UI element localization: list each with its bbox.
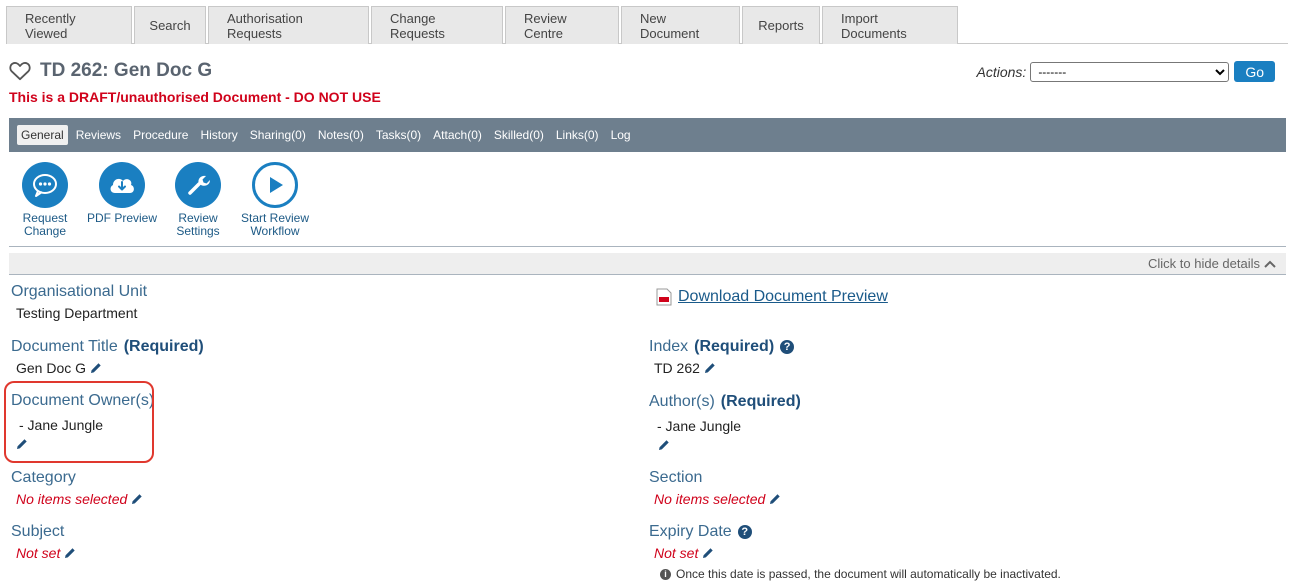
required-marker: (Required)	[694, 338, 775, 355]
subtab-tasks[interactable]: Tasks(0)	[372, 125, 425, 145]
pdf-preview-label: PDF Preview	[87, 211, 158, 225]
title-row: TD 262: Gen Doc G	[9, 60, 212, 82]
hide-details-toggle[interactable]: Click to hide details	[1148, 256, 1276, 271]
details-divider	[9, 246, 1286, 247]
play-icon	[252, 162, 298, 208]
subtab-history[interactable]: History	[196, 125, 241, 145]
chat-bubble-icon	[22, 162, 68, 208]
section-value: No items selected	[654, 491, 781, 507]
subtab-attach[interactable]: Attach(0)	[429, 125, 486, 145]
subject-value: Not set	[16, 545, 76, 561]
category-value: No items selected	[16, 491, 143, 507]
expiry-value: Not set	[654, 545, 714, 561]
help-icon[interactable]: ?	[737, 525, 752, 539]
tab-search[interactable]: Search	[134, 6, 206, 44]
pdf-preview-button[interactable]: PDF Preview	[87, 162, 157, 238]
subtab-sharing[interactable]: Sharing(0)	[246, 125, 310, 145]
expiry-note: i Once this date is passed, the document…	[660, 567, 1061, 581]
section-label: Section	[649, 469, 703, 486]
authors-value: - Jane Jungle	[657, 418, 742, 434]
highlight-annotation	[4, 381, 154, 463]
tab-authorisation-requests[interactable]: Authorisation Requests	[208, 6, 369, 44]
subtab-log[interactable]: Log	[607, 125, 635, 145]
actions-select[interactable]: -------	[1030, 61, 1230, 82]
document-subnav: General Reviews Procedure History Sharin…	[9, 118, 1286, 152]
review-settings-label: Review Settings	[176, 211, 220, 238]
request-change-button[interactable]: Request Change	[14, 162, 76, 238]
tab-change-requests[interactable]: Change Requests	[371, 6, 503, 44]
required-marker: (Required)	[123, 338, 204, 355]
pencil-icon[interactable]	[704, 362, 716, 374]
start-review-workflow-label: Start Review Workflow	[240, 211, 310, 238]
pencil-icon[interactable]	[131, 493, 143, 505]
pencil-icon[interactable]	[90, 362, 102, 374]
heart-icon[interactable]	[9, 61, 31, 81]
tab-new-document[interactable]: New Document	[621, 6, 740, 44]
index-label: Index (Required)?	[649, 338, 795, 356]
wrench-icon	[175, 162, 221, 208]
info-icon: i	[660, 568, 671, 580]
subtab-links[interactable]: Links(0)	[552, 125, 603, 145]
category-label: Category	[11, 469, 76, 486]
draft-warning: This is a DRAFT/unauthorised Document - …	[9, 89, 381, 105]
subtab-notes[interactable]: Notes(0)	[314, 125, 368, 145]
page-title: TD 262: Gen Doc G	[40, 60, 213, 81]
pencil-icon[interactable]	[702, 547, 714, 559]
tab-review-centre[interactable]: Review Centre	[505, 6, 619, 44]
subject-label: Subject	[11, 523, 65, 540]
subtab-skilled[interactable]: Skilled(0)	[490, 125, 548, 145]
tab-reports[interactable]: Reports	[742, 6, 820, 44]
chevron-up-icon	[1264, 260, 1276, 268]
actions-label: Actions:	[976, 63, 1027, 80]
top-navigation: Recently Viewed Search Authorisation Req…	[6, 6, 1288, 44]
details-bar: Click to hide details	[9, 253, 1286, 275]
actions-bar: Actions: ------- Go	[976, 61, 1275, 82]
doc-title-value: Gen Doc G	[16, 360, 102, 376]
pencil-icon[interactable]	[769, 493, 781, 505]
tab-import-documents[interactable]: Import Documents	[822, 6, 958, 44]
request-change-label: Request Change	[22, 211, 68, 238]
org-unit-value: Testing Department	[16, 305, 138, 321]
action-icon-row: Request Change PDF Preview Review Settin…	[14, 162, 322, 238]
subtab-procedure[interactable]: Procedure	[129, 125, 192, 145]
go-button[interactable]: Go	[1234, 61, 1275, 82]
start-review-workflow-button[interactable]: Start Review Workflow	[239, 162, 311, 238]
authors-label: Author(s) (Required)	[649, 393, 801, 410]
help-icon[interactable]: ?	[780, 340, 795, 354]
pdf-file-icon	[656, 288, 672, 306]
subtab-general[interactable]: General	[17, 125, 68, 145]
required-marker: (Required)	[720, 393, 801, 410]
cloud-download-icon	[99, 162, 145, 208]
index-value: TD 262	[654, 360, 716, 376]
doc-title-label: Document Title (Required)	[11, 338, 204, 355]
download-preview-link[interactable]: Download Document Preview	[656, 288, 888, 306]
expiry-label: Expiry Date?	[649, 523, 752, 541]
review-settings-button[interactable]: Review Settings	[168, 162, 228, 238]
subtab-reviews[interactable]: Reviews	[72, 125, 125, 145]
tab-recently-viewed[interactable]: Recently Viewed	[6, 6, 132, 44]
pencil-icon[interactable]	[64, 547, 76, 559]
org-unit-label: Organisational Unit	[11, 283, 148, 300]
pencil-icon[interactable]	[658, 439, 670, 451]
